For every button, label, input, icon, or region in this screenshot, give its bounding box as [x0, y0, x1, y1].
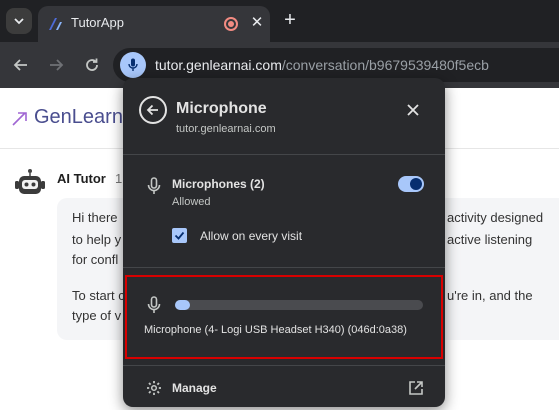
microphone-icon — [147, 296, 161, 313]
new-tab-button[interactable]: + — [280, 10, 300, 30]
popup-divider — [123, 154, 445, 155]
chevron-down-icon — [14, 18, 24, 25]
logo-text: GenLearn — [34, 106, 123, 128]
address-bar[interactable]: tutor.genlearnai.com/conversation/b96795… — [113, 48, 559, 82]
tab-close-button[interactable]: ✕ — [247, 13, 267, 33]
tab-strip: TutorApp ✕ + — [0, 0, 559, 42]
message-line-right: u're in, and the — [447, 288, 533, 303]
message-line: Hi there — [72, 210, 118, 225]
message-time: 1 — [115, 171, 123, 186]
forward-button[interactable] — [44, 53, 68, 77]
microphone-permission-toggle[interactable] — [398, 176, 424, 192]
message-line: To start c — [72, 288, 125, 303]
tab-tutorapp[interactable]: TutorApp ✕ — [38, 6, 270, 42]
microphone-device-select[interactable]: Microphone (4- Logi USB Headset H340) (0… — [144, 324, 407, 336]
permission-status: Allowed — [172, 196, 211, 208]
close-icon[interactable] — [405, 102, 421, 118]
gear-icon — [147, 381, 161, 395]
popup-divider — [123, 365, 445, 366]
tab-title: TutorApp — [71, 15, 124, 30]
checkmark-icon — [174, 231, 185, 240]
popup-divider — [123, 267, 445, 268]
external-link-icon[interactable] — [408, 380, 424, 396]
microphone-permission-popup: Microphone tutor.genlearnai.com Micropho… — [123, 78, 445, 407]
allow-every-visit-checkbox[interactable] — [172, 228, 187, 243]
url-text: tutor.genlearnai.com/conversation/b96795… — [155, 57, 489, 73]
url-host: tutor.genlearnai.com — [155, 57, 282, 73]
message-line: to help y — [72, 232, 122, 247]
popup-title: Microphone — [176, 100, 267, 117]
arrow-left-icon — [13, 59, 27, 71]
back-button[interactable] — [9, 53, 33, 77]
manage-button[interactable]: Manage — [172, 381, 217, 395]
message-line-right: activity designed — [447, 210, 544, 225]
ai-tutor-avatar — [15, 169, 45, 194]
genlearn-logo-icon — [12, 111, 27, 126]
genlearn-logo[interactable]: GenLearn — [12, 106, 123, 129]
toggle-knob — [410, 178, 422, 190]
microphone-icon — [147, 177, 161, 194]
message-line: for confl — [72, 252, 119, 267]
tutorapp-favicon-icon — [49, 18, 62, 30]
arrow-left-icon — [146, 104, 158, 116]
microphone-level-fill — [175, 300, 190, 310]
site-settings-button[interactable] — [120, 52, 146, 78]
reload-icon — [86, 58, 98, 71]
popup-site: tutor.genlearnai.com — [176, 123, 276, 135]
microphone-level-meter — [175, 300, 423, 310]
arrow-right-icon — [50, 59, 64, 71]
popup-back-button[interactable] — [139, 96, 167, 124]
url-path: /conversation/b9679539480f5ecb — [281, 57, 489, 73]
message-sender: AI Tutor — [57, 171, 106, 186]
permission-label: Microphones (2) — [172, 177, 265, 191]
tab-search-button[interactable] — [6, 8, 32, 34]
microphone-icon — [128, 58, 138, 71]
allow-every-visit-label: Allow on every visit — [200, 229, 303, 243]
reload-button[interactable] — [80, 53, 104, 77]
message-line-right: active listening — [447, 232, 533, 247]
recording-indicator-icon — [224, 17, 238, 31]
message-line: type of v — [72, 308, 122, 323]
device-highlight-box — [125, 275, 443, 359]
